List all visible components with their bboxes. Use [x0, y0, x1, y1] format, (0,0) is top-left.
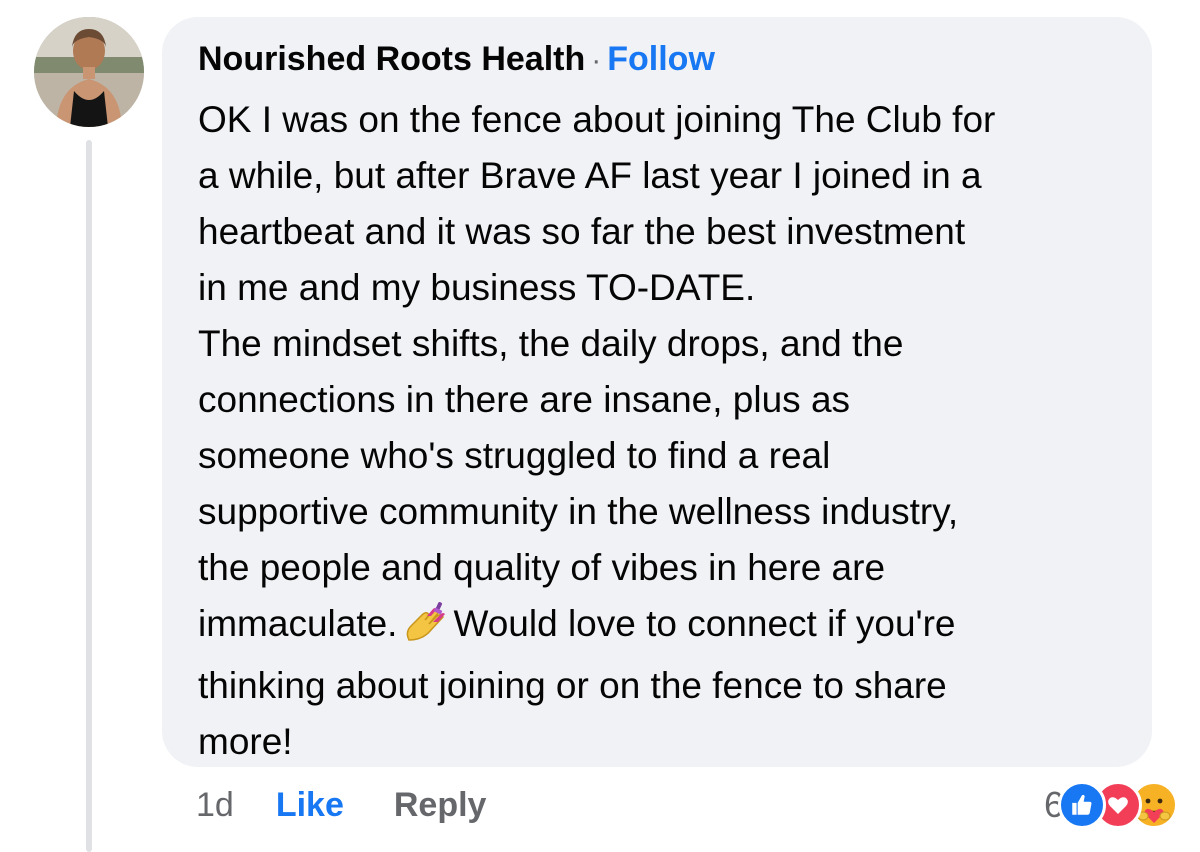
like-button[interactable]: Like	[276, 786, 344, 824]
comment-line: someone who's struggled to find a real	[198, 435, 831, 476]
avatar[interactable]	[34, 17, 144, 127]
comment-line: thinking about joining or on the fence t…	[198, 665, 947, 706]
avatar-photo	[34, 17, 144, 127]
nail-polish-icon	[403, 602, 449, 658]
comment-thread: Nourished Roots Health · Follow OK I was o…	[0, 0, 1200, 852]
like-reaction-icon	[1058, 781, 1106, 829]
comment-line: OK I was on the fence about joining The …	[198, 99, 996, 140]
comment-line: more!	[198, 721, 293, 762]
comment-line: in me and my business TO-DATE.	[198, 267, 756, 308]
separator-dot: ·	[591, 44, 602, 77]
comment-line: the people and quality of vibes in here …	[198, 547, 886, 588]
comment-body: OK I was on the fence about joining The …	[198, 92, 1116, 770]
follow-button[interactable]: Follow	[607, 40, 715, 78]
comment-line: a while, but after Brave AF last year I …	[198, 155, 982, 196]
reaction-summary[interactable]: 6	[1044, 779, 1178, 831]
comment-line: heartbeat and it was so far the best inv…	[198, 211, 966, 252]
timestamp[interactable]: 1d	[196, 786, 234, 824]
comment-line-emoji: immaculate. Would love to connect if you'…	[198, 596, 1116, 658]
comment-text-segment: Would love to connect if you're	[453, 603, 956, 644]
comment-text-segment: immaculate.	[198, 603, 398, 644]
comment-header: Nourished Roots Health · Follow	[198, 39, 1116, 81]
comment-actions: 1d Like Reply	[196, 782, 486, 828]
comment-line: connections in there are insane, plus as	[198, 379, 851, 420]
comment-line: supportive community in the wellness ind…	[198, 491, 959, 532]
comment-bubble: Nourished Roots Health · Follow OK I was o…	[162, 17, 1152, 767]
author-name[interactable]: Nourished Roots Health	[198, 40, 585, 78]
comment-line: The mindset shifts, the daily drops, and…	[198, 323, 904, 364]
thread-line	[86, 140, 92, 852]
reply-button[interactable]: Reply	[394, 786, 487, 824]
